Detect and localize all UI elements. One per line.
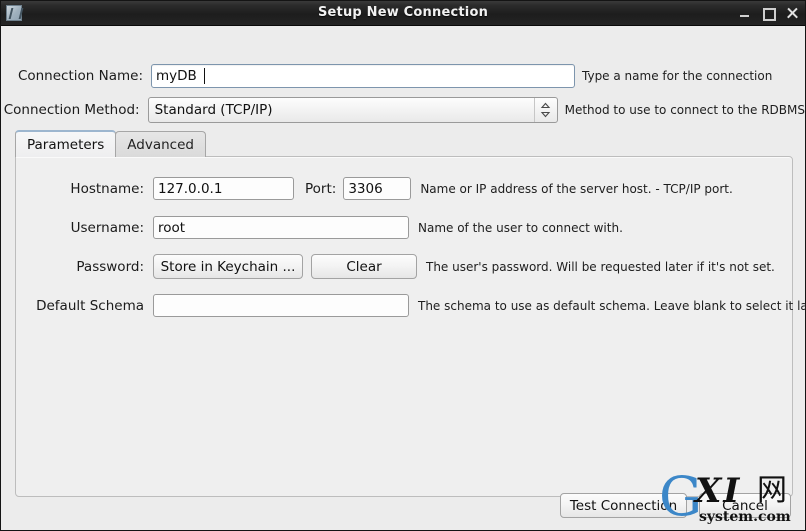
tab-strip: Parameters Advanced bbox=[15, 131, 205, 157]
footer-buttons: Test Connection Cancel bbox=[560, 493, 791, 518]
password-label: Password: bbox=[16, 259, 153, 275]
close-icon[interactable] bbox=[786, 7, 799, 20]
hostname-hint: Name or IP address of the server host. -… bbox=[420, 182, 733, 196]
tab-advanced[interactable]: Advanced bbox=[115, 131, 206, 157]
connection-method-hint: Method to use to connect to the RDBMS bbox=[565, 103, 805, 117]
chevron-updown-icon[interactable] bbox=[534, 98, 557, 122]
tab-parameters-label: Parameters bbox=[27, 137, 104, 153]
tab-parameters[interactable]: Parameters bbox=[15, 130, 116, 157]
password-row: Password: Store in Keychain ... Clear Th… bbox=[16, 254, 775, 279]
store-in-keychain-button[interactable]: Store in Keychain ... bbox=[153, 254, 303, 279]
connection-method-row: Connection Method: Standard (TCP/IP) Met… bbox=[1, 97, 805, 123]
connection-method-value: Standard (TCP/IP) bbox=[149, 102, 534, 118]
default-schema-row: Default Schema The schema to use as defa… bbox=[16, 294, 806, 317]
app-icon bbox=[6, 5, 22, 21]
username-row: Username: Name of the user to connect wi… bbox=[16, 216, 623, 239]
test-connection-button[interactable]: Test Connection bbox=[560, 493, 687, 518]
default-schema-label: Default Schema bbox=[16, 298, 153, 314]
cancel-button[interactable]: Cancel bbox=[699, 493, 791, 518]
minimize-icon[interactable] bbox=[738, 7, 751, 20]
hostname-label: Hostname: bbox=[16, 181, 153, 197]
setup-new-connection-window: Setup New Connection Connection Name: Ty… bbox=[0, 0, 806, 531]
username-hint: Name of the user to connect with. bbox=[418, 221, 623, 235]
hostname-row: Hostname: Port: Name or IP address of th… bbox=[16, 177, 733, 200]
window-controls bbox=[738, 1, 799, 25]
password-hint: The user's password. Will be requested l… bbox=[426, 260, 775, 274]
default-schema-hint: The schema to use as default schema. Lea… bbox=[418, 299, 806, 313]
tab-advanced-label: Advanced bbox=[127, 137, 194, 153]
port-input[interactable] bbox=[343, 177, 411, 200]
default-schema-input[interactable] bbox=[153, 294, 409, 317]
title-bar[interactable]: Setup New Connection bbox=[1, 1, 805, 26]
connection-name-label: Connection Name: bbox=[1, 68, 143, 84]
connection-name-hint: Type a name for the connection bbox=[582, 69, 772, 83]
connection-method-label: Connection Method: bbox=[1, 102, 140, 118]
username-input[interactable] bbox=[153, 216, 409, 239]
connection-name-row: Connection Name: Type a name for the con… bbox=[1, 64, 805, 88]
maximize-icon[interactable] bbox=[762, 7, 775, 20]
hostname-input[interactable] bbox=[153, 177, 294, 200]
parameters-panel: Hostname: Port: Name or IP address of th… bbox=[15, 156, 793, 497]
clear-password-button[interactable]: Clear bbox=[311, 254, 417, 279]
connection-name-field-wrap bbox=[151, 64, 575, 88]
connection-name-input[interactable] bbox=[151, 64, 575, 88]
window-title: Setup New Connection bbox=[1, 1, 805, 25]
username-label: Username: bbox=[16, 220, 153, 236]
text-caret bbox=[204, 68, 205, 84]
port-label: Port: bbox=[305, 181, 336, 197]
connection-method-select[interactable]: Standard (TCP/IP) bbox=[148, 97, 558, 123]
dialog-body: Connection Name: Type a name for the con… bbox=[1, 26, 805, 530]
